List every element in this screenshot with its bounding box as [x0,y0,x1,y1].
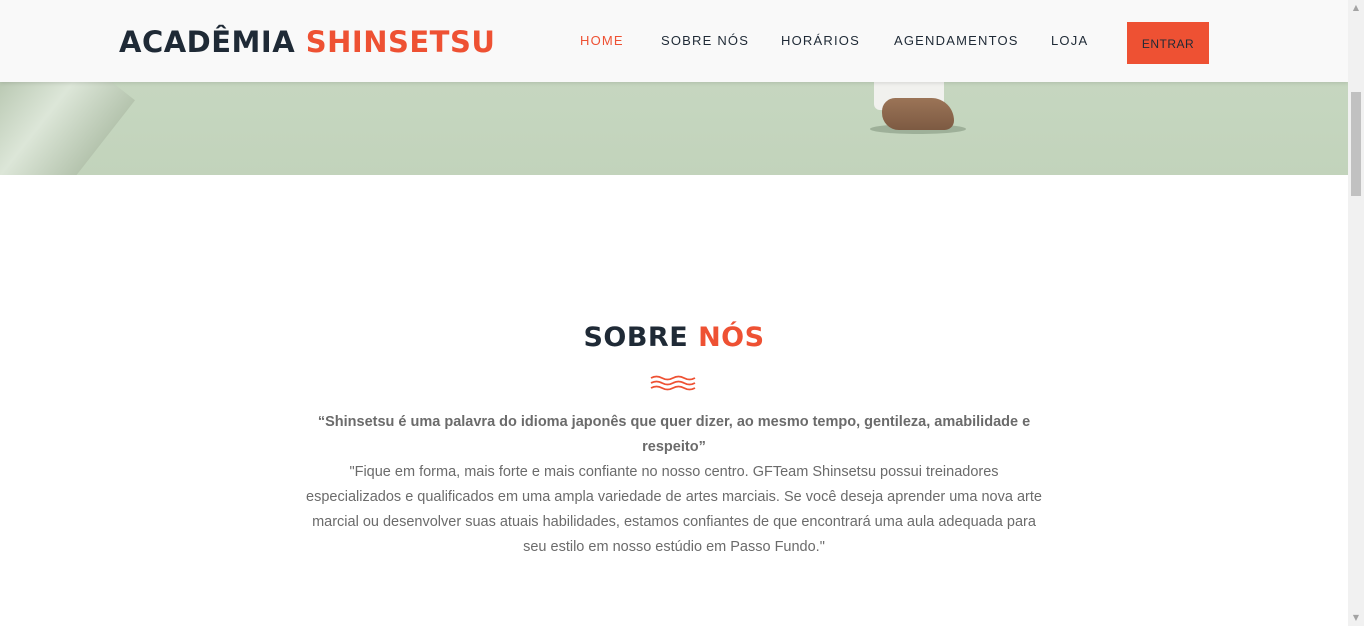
about-quote: “Shinsetsu é uma palavra do idioma japon… [317,414,1031,455]
about-title: SOBRE NÓS [0,318,1348,358]
scrollbar-thumb[interactable] [1351,92,1361,196]
page: ACADÊMIA SHINSETSU HOME SOBRE NÓS HORÁRI… [0,0,1364,626]
site-logo[interactable]: ACADÊMIA SHINSETSU [119,22,495,62]
logo-text-accent: SHINSETSU [305,25,496,59]
wave-icon [650,375,696,391]
login-button[interactable]: ENTRAR [1127,22,1209,64]
about-description: "Fique em forma, mais forte e mais confi… [306,464,1042,555]
nav-item-home[interactable]: HOME [580,31,624,51]
navbar: ACADÊMIA SHINSETSU HOME SOBRE NÓS HORÁRI… [0,0,1348,82]
vertical-scrollbar[interactable]: ▲ ▼ [1348,0,1364,626]
scroll-up-arrow-icon[interactable]: ▲ [1348,0,1364,16]
nav-item-horarios[interactable]: HORÁRIOS [781,31,860,51]
logo-text-primary: ACADÊMIA [119,25,296,59]
about-title-primary: SOBRE [583,322,689,353]
hero-foot [882,98,954,130]
nav-item-sobre-nos[interactable]: SOBRE NÓS [661,31,749,51]
scroll-down-arrow-icon[interactable]: ▼ [1348,610,1364,626]
about-title-accent: NÓS [698,322,765,353]
nav-item-agendamentos[interactable]: AGENDAMENTOS [894,31,1019,51]
nav-item-loja[interactable]: LOJA [1051,31,1088,51]
